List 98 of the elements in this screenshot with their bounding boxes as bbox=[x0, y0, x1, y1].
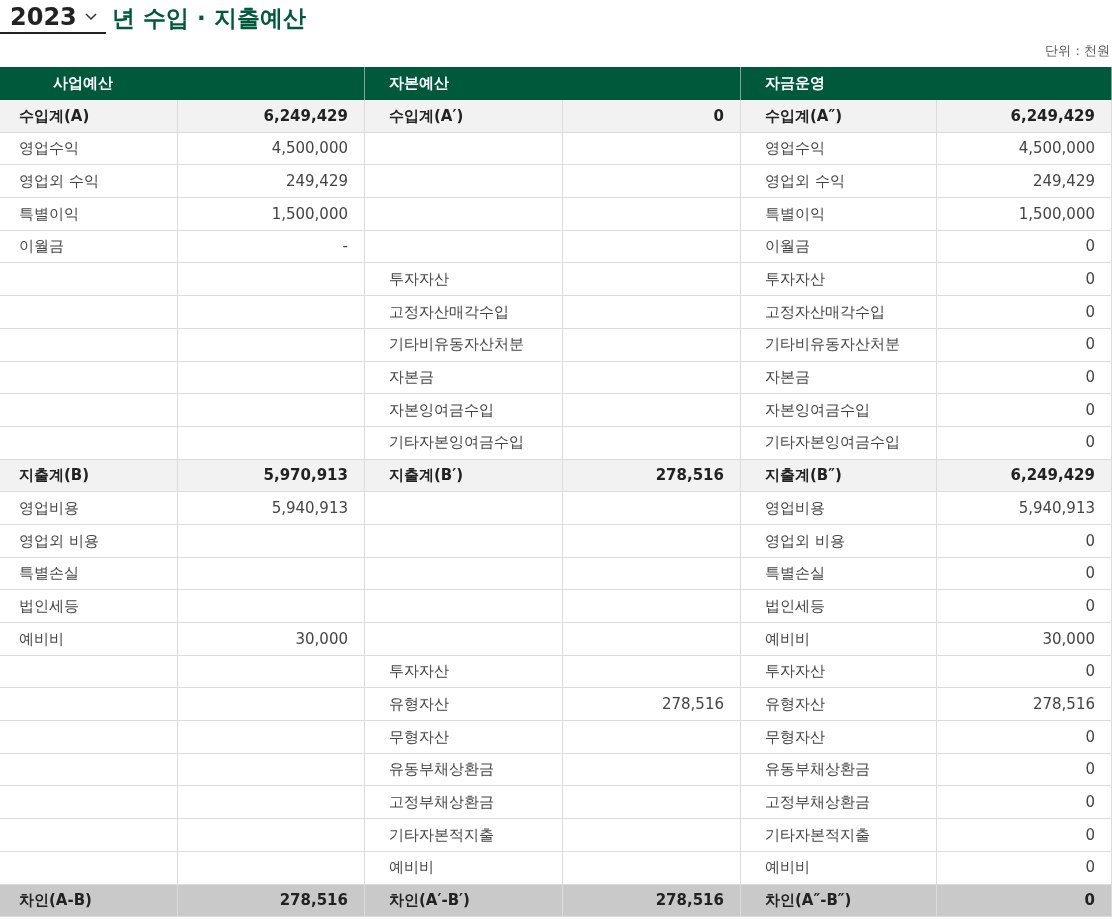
row-label: 영업외 수익 bbox=[0, 165, 178, 199]
row-label: 자본잉여금수입 bbox=[741, 394, 937, 427]
amount-cell: 278,516 bbox=[563, 688, 741, 722]
row-label: 수입계(A) bbox=[0, 100, 178, 133]
row-label: 예비비 bbox=[0, 623, 178, 656]
row-label: 차인(A-B) bbox=[0, 884, 178, 918]
row-label: 기타비유동자산처분 bbox=[741, 328, 937, 362]
column-header: 사업예산 bbox=[0, 67, 365, 100]
amount-cell: 1,500,000 bbox=[178, 198, 365, 231]
row-label: 특별손실 bbox=[741, 557, 937, 591]
row-label: 지출계(B) bbox=[0, 459, 178, 493]
amount-cell: 278,516 bbox=[563, 459, 741, 493]
amount-cell: 0 bbox=[937, 753, 1112, 787]
amount-cell: 30,000 bbox=[937, 623, 1112, 656]
row-label: 무형자산 bbox=[741, 721, 937, 754]
row-label: 특별손실 bbox=[0, 557, 178, 591]
row-label: 기타자본적지출 bbox=[365, 819, 563, 852]
amount-cell: 0 bbox=[937, 884, 1112, 918]
row-label: 지출계(B″) bbox=[741, 459, 937, 493]
amount-cell: 278,516 bbox=[937, 688, 1112, 722]
row-label: 영업수익 bbox=[0, 132, 178, 166]
row-label: 투자자산 bbox=[741, 655, 937, 689]
row-label: 영업비용 bbox=[741, 492, 937, 525]
row-label: 영업비용 bbox=[0, 492, 178, 525]
row-label: 영업외 수익 bbox=[741, 165, 937, 199]
row-label: 기타자본잉여금수입 bbox=[365, 426, 563, 460]
row-label: 기타비유동자산처분 bbox=[365, 328, 563, 362]
amount-cell: 278,516 bbox=[563, 884, 741, 918]
amount-cell: 0 bbox=[937, 655, 1112, 689]
row-label: 예비비 bbox=[741, 851, 937, 885]
row-label: 영업수익 bbox=[741, 132, 937, 166]
unit-label: 단위 : 천원 bbox=[1045, 41, 1110, 60]
amount-cell: 1,500,000 bbox=[937, 198, 1112, 231]
row-label: 영업외 비용 bbox=[741, 524, 937, 558]
amount-cell: 278,516 bbox=[178, 884, 365, 918]
row-label: 수입계(A′) bbox=[365, 100, 563, 133]
row-label: 자본금 bbox=[365, 361, 563, 395]
row-label: 법인세등 bbox=[741, 590, 937, 623]
amount-cell: 249,429 bbox=[937, 165, 1112, 199]
row-label: 법인세등 bbox=[0, 590, 178, 623]
amount-cell: 5,940,913 bbox=[937, 492, 1112, 525]
row-label: 유동부채상환금 bbox=[741, 753, 937, 787]
row-label: 무형자산 bbox=[365, 721, 563, 754]
amount-cell: 0 bbox=[937, 786, 1112, 820]
amount-cell: 4,500,000 bbox=[178, 132, 365, 166]
year-select[interactable]: 2023 bbox=[0, 1, 106, 34]
amount-cell: 0 bbox=[937, 524, 1112, 558]
amount-cell: 0 bbox=[937, 819, 1112, 852]
row-label: 영업외 비용 bbox=[0, 524, 178, 558]
amount-cell: 0 bbox=[937, 361, 1112, 395]
row-label: 고정자산매각수입 bbox=[365, 296, 563, 329]
chevron-down-icon bbox=[84, 12, 97, 21]
amount-cell: 4,500,000 bbox=[937, 132, 1112, 166]
row-label: 유동부채상환금 bbox=[365, 753, 563, 787]
amount-cell: 249,429 bbox=[178, 165, 365, 199]
row-label: 유형자산 bbox=[741, 688, 937, 722]
amount-cell: 0 bbox=[937, 590, 1112, 623]
amount-cell: 0 bbox=[563, 100, 741, 133]
row-label: 차인(A″-B″) bbox=[741, 884, 937, 918]
row-label: 특별이익 bbox=[741, 198, 937, 231]
page-title: 년 수입 · 지출예산 bbox=[112, 7, 306, 30]
amount-cell: 0 bbox=[937, 721, 1112, 754]
row-label: 이월금 bbox=[0, 230, 178, 264]
amount-cell: 6,249,429 bbox=[937, 100, 1112, 133]
row-label: 유형자산 bbox=[365, 688, 563, 722]
amount-cell: 30,000 bbox=[178, 623, 365, 656]
row-label: 투자자산 bbox=[741, 263, 937, 297]
row-label: 이월금 bbox=[741, 230, 937, 264]
row-label: 예비비 bbox=[365, 851, 563, 885]
amount-cell: 0 bbox=[937, 230, 1112, 264]
row-label: 특별이익 bbox=[0, 198, 178, 231]
amount-cell: - bbox=[178, 230, 365, 264]
row-label: 고정자산매각수입 bbox=[741, 296, 937, 329]
row-label: 고정부채상환금 bbox=[365, 786, 563, 820]
row-label: 예비비 bbox=[741, 623, 937, 656]
row-label: 투자자산 bbox=[365, 263, 563, 297]
amount-cell: 5,940,913 bbox=[178, 492, 365, 525]
column-header: 자본예산 bbox=[365, 67, 741, 100]
row-label: 수입계(A″) bbox=[741, 100, 937, 133]
row-label: 고정부채상환금 bbox=[741, 786, 937, 820]
amount-cell: 0 bbox=[937, 557, 1112, 591]
row-label: 지출계(B′) bbox=[365, 459, 563, 493]
amount-cell: 0 bbox=[937, 296, 1112, 329]
column-header: 자금운영 bbox=[741, 67, 1112, 100]
row-label: 기타자본잉여금수입 bbox=[741, 426, 937, 460]
amount-cell: 6,249,429 bbox=[937, 459, 1112, 493]
row-label: 자본잉여금수입 bbox=[365, 394, 563, 427]
amount-cell: 0 bbox=[937, 394, 1112, 427]
row-label: 기타자본적지출 bbox=[741, 819, 937, 852]
amount-cell: 0 bbox=[937, 328, 1112, 362]
amount-cell: 0 bbox=[937, 851, 1112, 885]
amount-cell: 0 bbox=[937, 426, 1112, 460]
amount-cell: 0 bbox=[937, 263, 1112, 297]
amount-cell: 5,970,913 bbox=[178, 459, 365, 493]
row-label: 투자자산 bbox=[365, 655, 563, 689]
row-label: 차인(A′-B′) bbox=[365, 884, 563, 918]
amount-cell: 6,249,429 bbox=[178, 100, 365, 133]
row-label: 자본금 bbox=[741, 361, 937, 395]
